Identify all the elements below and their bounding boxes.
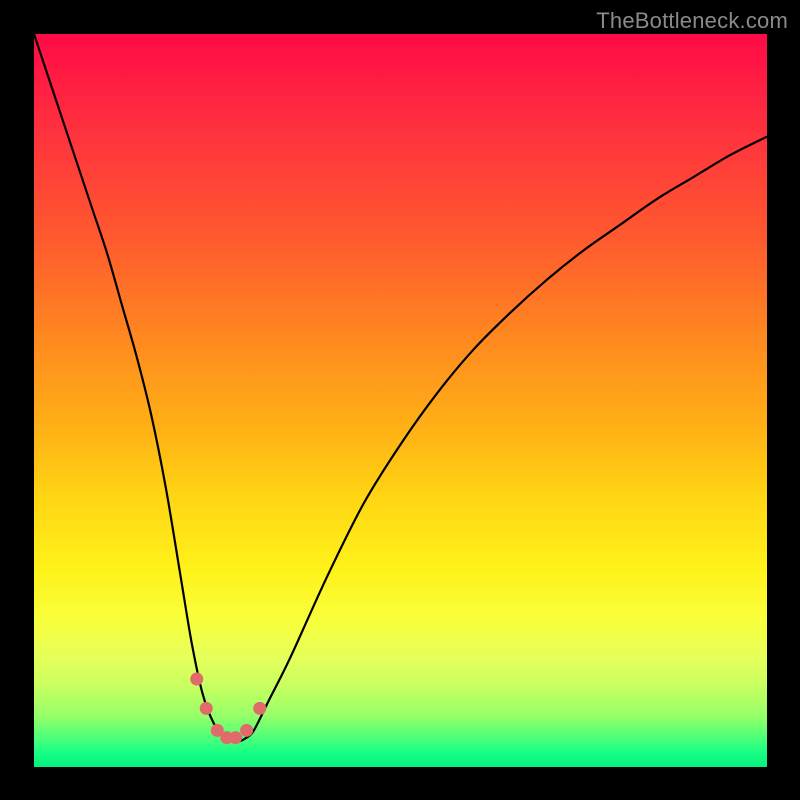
chart-frame: TheBottleneck.com [0, 0, 800, 800]
curve-marker [220, 731, 233, 744]
marker-group [190, 673, 266, 745]
curve-marker [240, 724, 253, 737]
curve-marker [190, 673, 203, 686]
watermark-text: TheBottleneck.com [596, 8, 788, 34]
plot-area [34, 34, 767, 767]
chart-svg [34, 34, 767, 767]
curve-marker [229, 731, 242, 744]
curve-marker [211, 724, 224, 737]
curve-marker [253, 702, 266, 715]
bottleneck-curve [34, 34, 767, 742]
curve-marker [200, 702, 213, 715]
